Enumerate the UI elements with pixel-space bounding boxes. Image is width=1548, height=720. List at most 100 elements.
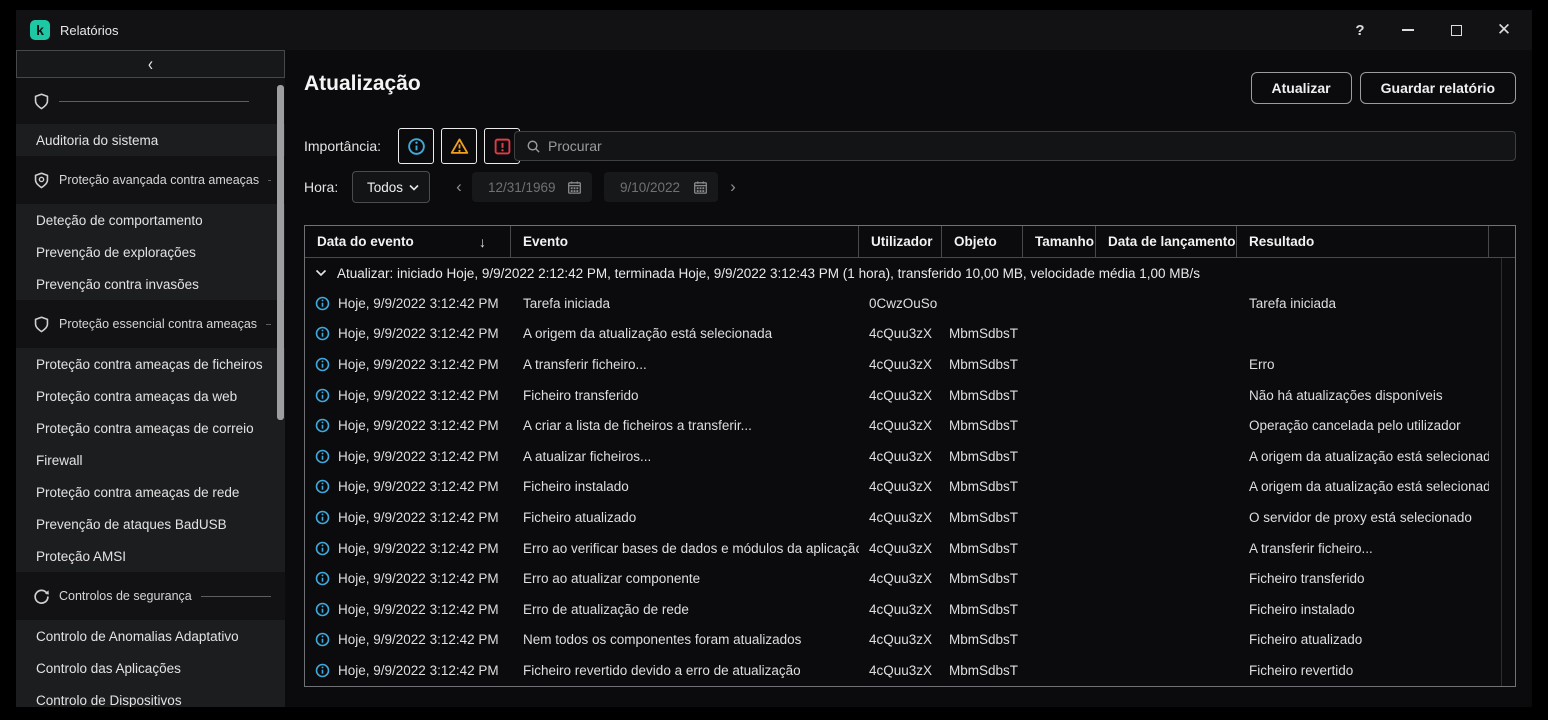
sidebar-item[interactable]: Proteção contra ameaças de rede — [16, 476, 285, 508]
sidebar-item[interactable]: Proteção contra ameaças de correio — [16, 412, 285, 444]
cell-size — [1023, 410, 1096, 441]
importance-warning-toggle[interactable] — [441, 128, 477, 164]
sidebar-item[interactable]: Proteção contra ameaças de ficheiros — [16, 348, 285, 380]
sidebar-item[interactable]: Proteção contra ameaças da web — [16, 380, 285, 412]
date-next-button[interactable]: › — [725, 171, 741, 203]
column-header-filler — [1489, 226, 1503, 257]
table-row[interactable]: Hoje, 9/9/2022 3:12:42 PM Erro de atuali… — [305, 594, 1515, 625]
cell-user: 0CwzOuSo — [859, 288, 942, 319]
critical-icon — [493, 137, 512, 156]
date-to-field[interactable]: 9/10/2022 — [604, 172, 718, 202]
table-row[interactable]: Hoje, 9/9/2022 3:12:42 PM A origem da at… — [305, 319, 1515, 350]
sidebar-item-label: Controlo de Dispositivos — [36, 693, 182, 708]
cell-user: 4cQuu3zX — [859, 502, 942, 533]
cell-object: MbmSdbsT — [942, 472, 1023, 503]
importance-info-toggle[interactable] — [398, 128, 434, 164]
table-row[interactable]: Hoje, 9/9/2022 3:12:42 PM Erro ao verifi… — [305, 533, 1515, 564]
cell-object: MbmSdbsT — [942, 502, 1023, 533]
help-button[interactable]: ? — [1340, 10, 1380, 50]
cell-event-date: Hoje, 9/9/2022 3:12:42 PM — [338, 449, 499, 464]
cell-event-date: Hoje, 9/9/2022 3:12:42 PM — [338, 388, 499, 403]
info-icon — [315, 418, 330, 433]
cell-release-date — [1096, 594, 1237, 625]
sidebar-item[interactable]: Controlo de Anomalias Adaptativo — [16, 620, 285, 652]
table-row[interactable]: Hoje, 9/9/2022 3:12:42 PM Nem todos os c… — [305, 625, 1515, 656]
calendar-icon — [693, 180, 708, 195]
cell-event: Nem todos os componentes foram atualizad… — [511, 625, 859, 656]
sidebar-item[interactable]: Controlo das Aplicações — [16, 652, 285, 684]
table-row[interactable]: Hoje, 9/9/2022 3:12:42 PM Ficheiro atual… — [305, 502, 1515, 533]
table-row[interactable]: Hoje, 9/9/2022 3:12:42 PM A criar a list… — [305, 410, 1515, 441]
table-row[interactable]: Hoje, 9/9/2022 3:12:42 PM Ficheiro insta… — [305, 472, 1515, 503]
sidebar-collapse-button[interactable]: ‹ — [16, 50, 285, 78]
column-header-size[interactable]: Tamanho — [1023, 226, 1096, 257]
sidebar-item[interactable]: Proteção AMSI — [16, 540, 285, 572]
calendar-icon — [567, 180, 582, 195]
table-body: Atualizar: iniciado Hoje, 9/9/2022 2:12:… — [305, 258, 1515, 686]
sidebar-item-label: Prevenção contra invasões — [36, 277, 199, 292]
sidebar-item[interactable]: Prevenção de ataques BadUSB — [16, 508, 285, 540]
cell-user: 4cQuu3zX — [859, 625, 942, 656]
cell-event-date: Hoje, 9/9/2022 3:12:42 PM — [338, 326, 499, 341]
column-header-object[interactable]: Objeto — [942, 226, 1023, 257]
column-header-event-date[interactable]: Data do evento ↓ — [305, 226, 511, 257]
cell-user: 4cQuu3zX — [859, 410, 942, 441]
table-scroll-strip-divider — [1501, 258, 1502, 686]
cell-event-date: Hoje, 9/9/2022 3:12:42 PM — [338, 357, 499, 372]
sidebar-item-label: Proteção contra ameaças da web — [36, 389, 237, 404]
column-header-event[interactable]: Evento — [511, 226, 859, 257]
minimize-button[interactable] — [1388, 10, 1428, 50]
column-header-release-date[interactable]: Data de lançamento — [1096, 226, 1237, 257]
table-row[interactable]: Hoje, 9/9/2022 3:12:42 PM A atualizar fi… — [305, 441, 1515, 472]
sidebar-item-label: Proteção contra ameaças de rede — [36, 485, 239, 500]
table-row[interactable]: Hoje, 9/9/2022 3:12:42 PM Ficheiro rever… — [305, 655, 1515, 686]
maximize-button[interactable] — [1436, 10, 1476, 50]
shield-refresh-icon — [33, 588, 50, 605]
column-header-user[interactable]: Utilizador — [859, 226, 942, 257]
save-report-button[interactable]: Guardar relatório — [1360, 72, 1516, 104]
sidebar-item-label: Proteção contra ameaças de ficheiros — [36, 357, 263, 372]
cell-release-date — [1096, 655, 1237, 686]
cell-event: A atualizar ficheiros... — [511, 441, 859, 472]
column-header-label: Data do evento — [317, 234, 414, 249]
cell-result: Tarefa iniciada — [1237, 288, 1489, 319]
cell-result: A origem da atualização está selecionada — [1237, 472, 1489, 503]
search-input[interactable] — [548, 138, 1515, 154]
cell-release-date — [1096, 380, 1237, 411]
date-prev-button[interactable]: ‹ — [451, 171, 467, 203]
sidebar-item[interactable]: Controlo de Dispositivos — [16, 684, 285, 707]
sidebar-item[interactable]: Prevenção contra invasões — [16, 268, 285, 300]
sidebar-item[interactable]: Auditoria do sistema — [16, 124, 285, 156]
table-row[interactable]: Hoje, 9/9/2022 3:12:42 PM Ficheiro trans… — [305, 380, 1515, 411]
cell-object: MbmSdbsT — [942, 533, 1023, 564]
importance-filter-group — [398, 128, 520, 164]
maximize-icon — [1451, 25, 1462, 36]
table-row[interactable]: Hoje, 9/9/2022 3:12:42 PM A transferir f… — [305, 349, 1515, 380]
sidebar-item[interactable]: Firewall — [16, 444, 285, 476]
refresh-button[interactable]: Atualizar — [1251, 72, 1352, 104]
close-button[interactable]: ✕ — [1484, 10, 1524, 50]
info-icon — [315, 510, 330, 525]
cell-release-date — [1096, 349, 1237, 380]
date-from-field[interactable]: 12/31/1969 — [472, 172, 592, 202]
column-header-result[interactable]: Resultado — [1237, 226, 1489, 257]
table-row[interactable]: Hoje, 9/9/2022 3:12:42 PM Tarefa iniciad… — [305, 288, 1515, 319]
cell-event: Ficheiro atualizado — [511, 502, 859, 533]
cell-user: 4cQuu3zX — [859, 472, 942, 503]
time-range-dropdown[interactable]: Todos — [352, 171, 430, 203]
sidebar-list: Auditoria do sistemaProteção avançada co… — [16, 78, 285, 707]
cell-size — [1023, 502, 1096, 533]
chevron-down-icon — [315, 269, 327, 277]
shield-dot-icon — [33, 172, 50, 189]
cell-release-date — [1096, 441, 1237, 472]
cell-result: Não há atualizações disponíveis — [1237, 380, 1489, 411]
cell-event-date: Hoje, 9/9/2022 3:12:42 PM — [338, 541, 499, 556]
cell-result: A origem da atualização está selecionada — [1237, 441, 1489, 472]
chevron-left-icon: ‹ — [148, 54, 153, 74]
sidebar-scrollbar[interactable] — [277, 85, 284, 420]
sidebar-item[interactable]: Deteção de comportamento — [16, 204, 285, 236]
sidebar-item[interactable]: Prevenção de explorações — [16, 236, 285, 268]
cell-release-date — [1096, 472, 1237, 503]
group-row[interactable]: Atualizar: iniciado Hoje, 9/9/2022 2:12:… — [305, 258, 1515, 288]
table-row[interactable]: Hoje, 9/9/2022 3:12:42 PM Erro ao atuali… — [305, 563, 1515, 594]
